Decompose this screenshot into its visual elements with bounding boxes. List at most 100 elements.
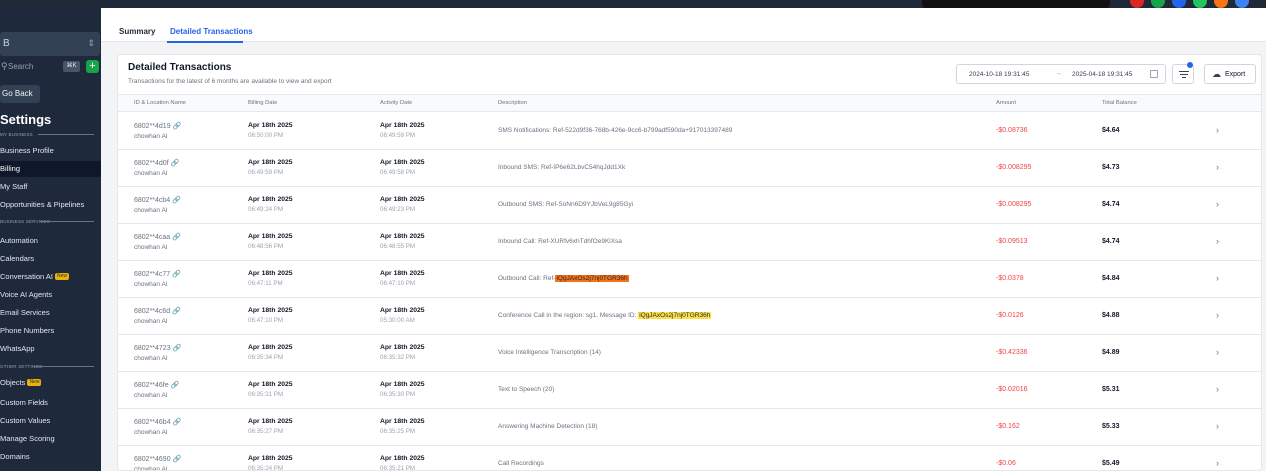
sidebar-item-label: Voice AI Agents	[0, 290, 53, 299]
tab-detailed-transactions[interactable]: Detailed Transactions	[170, 27, 253, 36]
sidebar-item-automation[interactable]: Automation	[0, 233, 101, 249]
transaction-id[interactable]: 6802**4723 🔗	[134, 344, 181, 352]
sidebar-item-billing[interactable]: Billing	[0, 161, 101, 177]
main-content: Summary Detailed Transactions Detailed T…	[101, 8, 1266, 471]
transaction-id[interactable]: 6802**4d19 🔗	[134, 122, 181, 130]
table-row[interactable]: 6802**4caa 🔗 chowhan AI Apr 18th 2025 06:48:…	[118, 224, 1261, 261]
chevron-right-icon[interactable]: ›	[1216, 310, 1219, 320]
table-row[interactable]: 6802**4690 🔗 chowhan AI Apr 18th 2025 06:35:…	[118, 446, 1261, 471]
transaction-id[interactable]: 6802**4d0f 🔗	[134, 159, 179, 167]
transaction-id[interactable]: 6802**4caa 🔗	[134, 233, 181, 241]
chevron-right-icon[interactable]: ›	[1216, 347, 1219, 357]
sidebar-item-business-profile[interactable]: Business Profile	[0, 143, 101, 159]
search-input[interactable]: Search	[8, 62, 33, 71]
table-row[interactable]: 6802**46b4 🔗 chowhan AI Apr 18th 2025 06:35:…	[118, 409, 1261, 446]
link-icon[interactable]: 🔗	[172, 307, 181, 315]
transaction-id[interactable]: 6802**46fe 🔗	[134, 381, 179, 389]
tab-summary[interactable]: Summary	[119, 27, 155, 36]
go-back-button[interactable]: Go Back	[0, 85, 40, 103]
transaction-id[interactable]: 6802**46b4 🔗	[134, 418, 181, 426]
quick-add-button[interactable]: +	[86, 60, 99, 73]
link-icon[interactable]: 🔗	[173, 418, 182, 426]
location-toggle-icon: ⇕	[87, 38, 95, 48]
chevron-right-icon[interactable]: ›	[1216, 199, 1219, 209]
link-icon[interactable]: 🔗	[171, 159, 180, 167]
sidebar-item-email-services[interactable]: Email Services	[0, 305, 101, 321]
sidebar-item-calendars[interactable]: Calendars	[0, 251, 101, 267]
sidebar-item-custom-values[interactable]: Custom Values	[0, 413, 101, 429]
billing-time: 06:35:31 PM	[248, 391, 284, 398]
browser-extension-icon[interactable]	[1151, 0, 1165, 8]
browser-extension-icon[interactable]	[1214, 0, 1228, 8]
transaction-id[interactable]: 6802**4c6d 🔗	[134, 307, 181, 315]
amount: -$0.162	[996, 423, 1020, 430]
chevron-right-icon[interactable]: ›	[1216, 273, 1219, 283]
chevron-right-icon[interactable]: ›	[1216, 384, 1219, 394]
section-heading-other-settings: OTHER SETTINGS	[0, 364, 94, 369]
transaction-id-text: 6802**4723	[134, 345, 171, 352]
sidebar-item-domains[interactable]: Domains	[0, 449, 101, 465]
activity-date: Apr 18th 2025	[380, 196, 425, 203]
transaction-id[interactable]: 6802**4690 🔗	[134, 455, 181, 463]
table-row[interactable]: 6802**4c6d 🔗 chowhan AI Apr 18th 2025 06:47:…	[118, 298, 1261, 335]
search-icon: ⚲	[1, 61, 8, 71]
sidebar-item-conversation-ai[interactable]: Conversation AI New	[0, 269, 101, 285]
sidebar-item-whatsapp[interactable]: WhatsApp	[0, 341, 101, 357]
table-row[interactable]: 6802**4d0f 🔗 chowhan AI Apr 18th 2025 06:49:…	[118, 150, 1261, 187]
link-icon[interactable]: 🔗	[173, 122, 182, 130]
date-to[interactable]: 2025-04-18 19:31:45	[1072, 71, 1132, 78]
link-icon[interactable]: 🔗	[173, 455, 182, 463]
chevron-right-icon[interactable]: ›	[1216, 421, 1219, 431]
billing-time: 06:48:56 PM	[248, 243, 284, 250]
sidebar-item-manage-scoring[interactable]: Manage Scoring	[0, 431, 101, 447]
link-icon[interactable]: 🔗	[172, 270, 181, 278]
billing-time: 06:50:00 PM	[248, 132, 284, 139]
sidebar-item-label: Opportunities & Pipelines	[0, 200, 85, 209]
transaction-id[interactable]: 6802**4c77 🔗	[134, 270, 181, 278]
export-button[interactable]: ☁ Export	[1204, 64, 1256, 84]
location-name: chowhan AI	[134, 466, 168, 471]
description-text: Inbound Call: Ref-XURfv6xhTdhfOe9KlXsa	[498, 238, 622, 245]
location-name: chowhan AI	[134, 133, 168, 140]
browser-popup-bar[interactable]	[922, 0, 1110, 8]
browser-extension-icon[interactable]	[1172, 0, 1186, 8]
activity-time: 06:47:10 PM	[380, 280, 416, 287]
link-icon[interactable]: 🔗	[172, 196, 181, 204]
table-row[interactable]: 6802**46fe 🔗 chowhan AI Apr 18th 2025 06:35:…	[118, 372, 1261, 409]
sidebar-item-custom-fields[interactable]: Custom Fields	[0, 395, 101, 411]
sidebar-search[interactable]: ⚲ Search ⌘K	[0, 60, 84, 74]
sidebar-item-my-staff[interactable]: My Staff	[0, 179, 101, 195]
section-heading-my-business: MY BUSINESS	[0, 132, 94, 137]
chevron-right-icon[interactable]: ›	[1216, 125, 1219, 135]
table-row[interactable]: 6802**4cb4 🔗 chowhan AI Apr 18th 2025 06:49:…	[118, 187, 1261, 224]
sidebar-item-opportunities[interactable]: Opportunities & Pipelines	[0, 197, 101, 213]
browser-extension-icon[interactable]	[1130, 0, 1144, 8]
table-row[interactable]: 6802**4d19 🔗 chowhan AI Apr 18th 2025 06:50:…	[118, 113, 1261, 150]
link-icon[interactable]: 🔗	[173, 344, 182, 352]
link-icon[interactable]: 🔗	[171, 381, 180, 389]
sidebar: B ⇕ ⚲ Search ⌘K + Go Back Settings MY BU…	[0, 8, 101, 471]
date-from[interactable]: 2024-10-18 19:31:45	[969, 71, 1029, 78]
sidebar-item-voice-ai-agents[interactable]: Voice AI Agents	[0, 287, 101, 303]
description-text: Conference Call in the region: sg1. Mess…	[498, 312, 639, 319]
description-text: Inbound SMS: Ref-IP6e62LbvC54hqJdd1Xk	[498, 164, 626, 171]
sidebar-item-objects[interactable]: Objects New	[0, 375, 101, 391]
new-badge: New	[27, 379, 42, 386]
section-heading-business-services: BUSINESS SERVICES	[0, 219, 94, 224]
description-text: Answering Machine Detection (18)	[498, 423, 598, 430]
chevron-right-icon[interactable]: ›	[1216, 162, 1219, 172]
table-row[interactable]: 6802**4c77 🔗 chowhan AI Apr 18th 2025 06:47:…	[118, 261, 1261, 298]
browser-extension-icon[interactable]	[1193, 0, 1207, 8]
transaction-id[interactable]: 6802**4cb4 🔗	[134, 196, 181, 204]
date-range-picker[interactable]: 2024-10-18 19:31:45 → 2025-04-18 19:31:4…	[956, 64, 1166, 84]
link-icon[interactable]: 🔗	[172, 233, 181, 241]
column-header-description: Description	[498, 100, 527, 106]
sidebar-item-phone-numbers[interactable]: Phone Numbers	[0, 323, 101, 339]
table-row[interactable]: 6802**4723 🔗 chowhan AI Apr 18th 2025 06:35:…	[118, 335, 1261, 372]
total-balance: $5.33	[1102, 423, 1120, 430]
browser-extension-icon[interactable]	[1235, 0, 1249, 8]
location-switcher[interactable]: B ⇕	[0, 32, 100, 56]
chevron-right-icon[interactable]: ›	[1216, 236, 1219, 246]
description: Inbound SMS: Ref-IP6e62LbvC54hqJdd1Xk	[498, 164, 625, 171]
chevron-right-icon[interactable]: ›	[1216, 458, 1219, 468]
